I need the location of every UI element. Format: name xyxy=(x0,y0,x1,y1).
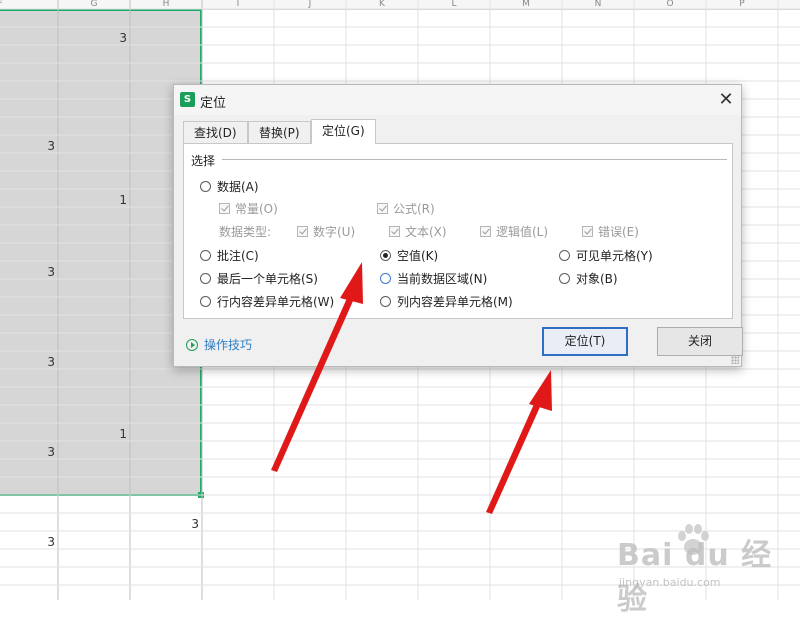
goto-options-panel: 选择 数据(A) 常量(O) 公式(R) 数据类型: 数字(U) 文本(X) 逻 xyxy=(183,143,733,319)
close-button[interactable]: 关闭 xyxy=(657,327,743,356)
radio-indicator xyxy=(200,273,211,284)
checkbox-indicator xyxy=(389,226,400,237)
baidu-jingyan-watermark: Bai du 经验 jingyan.baidu.com xyxy=(607,520,797,617)
radio-label: 数据(A) xyxy=(217,180,259,194)
checkbox-error[interactable]: 错误(E) xyxy=(582,223,639,240)
radio-label: 可见单元格(Y) xyxy=(576,249,653,263)
radio-label: 行内容差异单元格(W) xyxy=(217,295,335,309)
radio-indicator xyxy=(559,250,570,261)
radio-indicator xyxy=(200,250,211,261)
radio-indicator xyxy=(200,181,211,192)
radio-indicator-selected xyxy=(380,250,391,261)
checkbox-indicator xyxy=(377,203,388,214)
checkbox-text[interactable]: 文本(X) xyxy=(389,223,447,240)
wps-spreadsheet-icon: S xyxy=(180,92,195,107)
watermark-url: jingyan.baidu.com xyxy=(619,576,721,589)
radio-comment[interactable]: 批注(C) xyxy=(200,247,259,264)
radio-label: 批注(C) xyxy=(217,249,259,263)
radio-column-differences[interactable]: 列内容差异单元格(M) xyxy=(380,293,513,310)
checkbox-label: 数字(U) xyxy=(313,225,356,239)
cell-value[interactable]: 3 xyxy=(35,265,55,279)
play-circle-icon xyxy=(186,338,198,351)
tab-find[interactable]: 查找(D) xyxy=(183,121,248,143)
checkbox-indicator xyxy=(480,226,491,237)
dialog-titlebar[interactable]: S 定位 ✕ xyxy=(174,85,741,115)
data-type-label: 数据类型: xyxy=(219,225,272,239)
radio-objects[interactable]: 对象(B) xyxy=(559,270,618,287)
close-icon[interactable]: ✕ xyxy=(714,88,738,112)
watermark-text: Bai du 经验 xyxy=(617,538,773,617)
checkbox-label: 错误(E) xyxy=(598,225,639,239)
radio-blank[interactable]: 空值(K) xyxy=(380,247,438,264)
tab-replace[interactable]: 替换(P) xyxy=(248,121,311,143)
cell-value[interactable]: 3 xyxy=(35,355,55,369)
cell-value[interactable]: 3 xyxy=(35,535,55,549)
section-divider xyxy=(222,159,727,160)
radio-label: 空值(K) xyxy=(397,249,439,263)
locate-button[interactable]: 定位(T) xyxy=(542,327,628,356)
cell-value[interactable]: 3 xyxy=(35,445,55,459)
radio-data[interactable]: 数据(A) xyxy=(200,178,259,195)
checkbox-label: 逻辑值(L) xyxy=(496,225,549,239)
radio-indicator xyxy=(380,296,391,307)
checkbox-label: 常量(O) xyxy=(235,202,278,216)
radio-indicator xyxy=(380,273,391,284)
checkbox-label: 文本(X) xyxy=(405,225,447,239)
radio-indicator xyxy=(559,273,570,284)
radio-last-cell[interactable]: 最后一个单元格(S) xyxy=(200,270,318,287)
cell-value[interactable]: 3 xyxy=(179,517,199,531)
radio-row-differences[interactable]: 行内容差异单元格(W) xyxy=(200,293,334,310)
radio-label: 对象(B) xyxy=(576,272,618,286)
cell-value[interactable]: 3 xyxy=(107,31,127,45)
tab-goto[interactable]: 定位(G) xyxy=(311,119,376,144)
checkbox-constant[interactable]: 常量(O) xyxy=(219,200,278,217)
cell-value[interactable]: 1 xyxy=(107,427,127,441)
radio-label: 当前数据区域(N) xyxy=(397,272,488,286)
checkbox-formula[interactable]: 公式(R) xyxy=(377,200,435,217)
radio-indicator xyxy=(200,296,211,307)
cell-value[interactable]: 1 xyxy=(107,193,127,207)
cell-value[interactable]: 3 xyxy=(35,139,55,153)
dialog-title: 定位 xyxy=(200,96,227,111)
tips-link-label: 操作技巧 xyxy=(204,338,253,352)
checkbox-logical[interactable]: 逻辑值(L) xyxy=(480,223,548,240)
checkbox-label: 公式(R) xyxy=(393,202,435,216)
tips-link[interactable]: 操作技巧 xyxy=(186,336,252,353)
radio-label: 最后一个单元格(S) xyxy=(217,272,318,286)
goto-dialog: S 定位 ✕ 查找(D) 替换(P) 定位(G) 选择 数据(A) 常量(O) … xyxy=(173,84,743,367)
radio-visible-cells[interactable]: 可见单元格(Y) xyxy=(559,247,653,264)
resize-grip-icon[interactable] xyxy=(731,356,739,364)
checkbox-number[interactable]: 数字(U) xyxy=(297,223,355,240)
checkbox-indicator xyxy=(297,226,308,237)
checkbox-indicator xyxy=(219,203,230,214)
section-label-select: 选择 xyxy=(191,154,216,168)
radio-label: 列内容差异单元格(M) xyxy=(397,295,513,309)
radio-current-region[interactable]: 当前数据区域(N) xyxy=(380,270,487,287)
checkbox-indicator xyxy=(582,226,593,237)
